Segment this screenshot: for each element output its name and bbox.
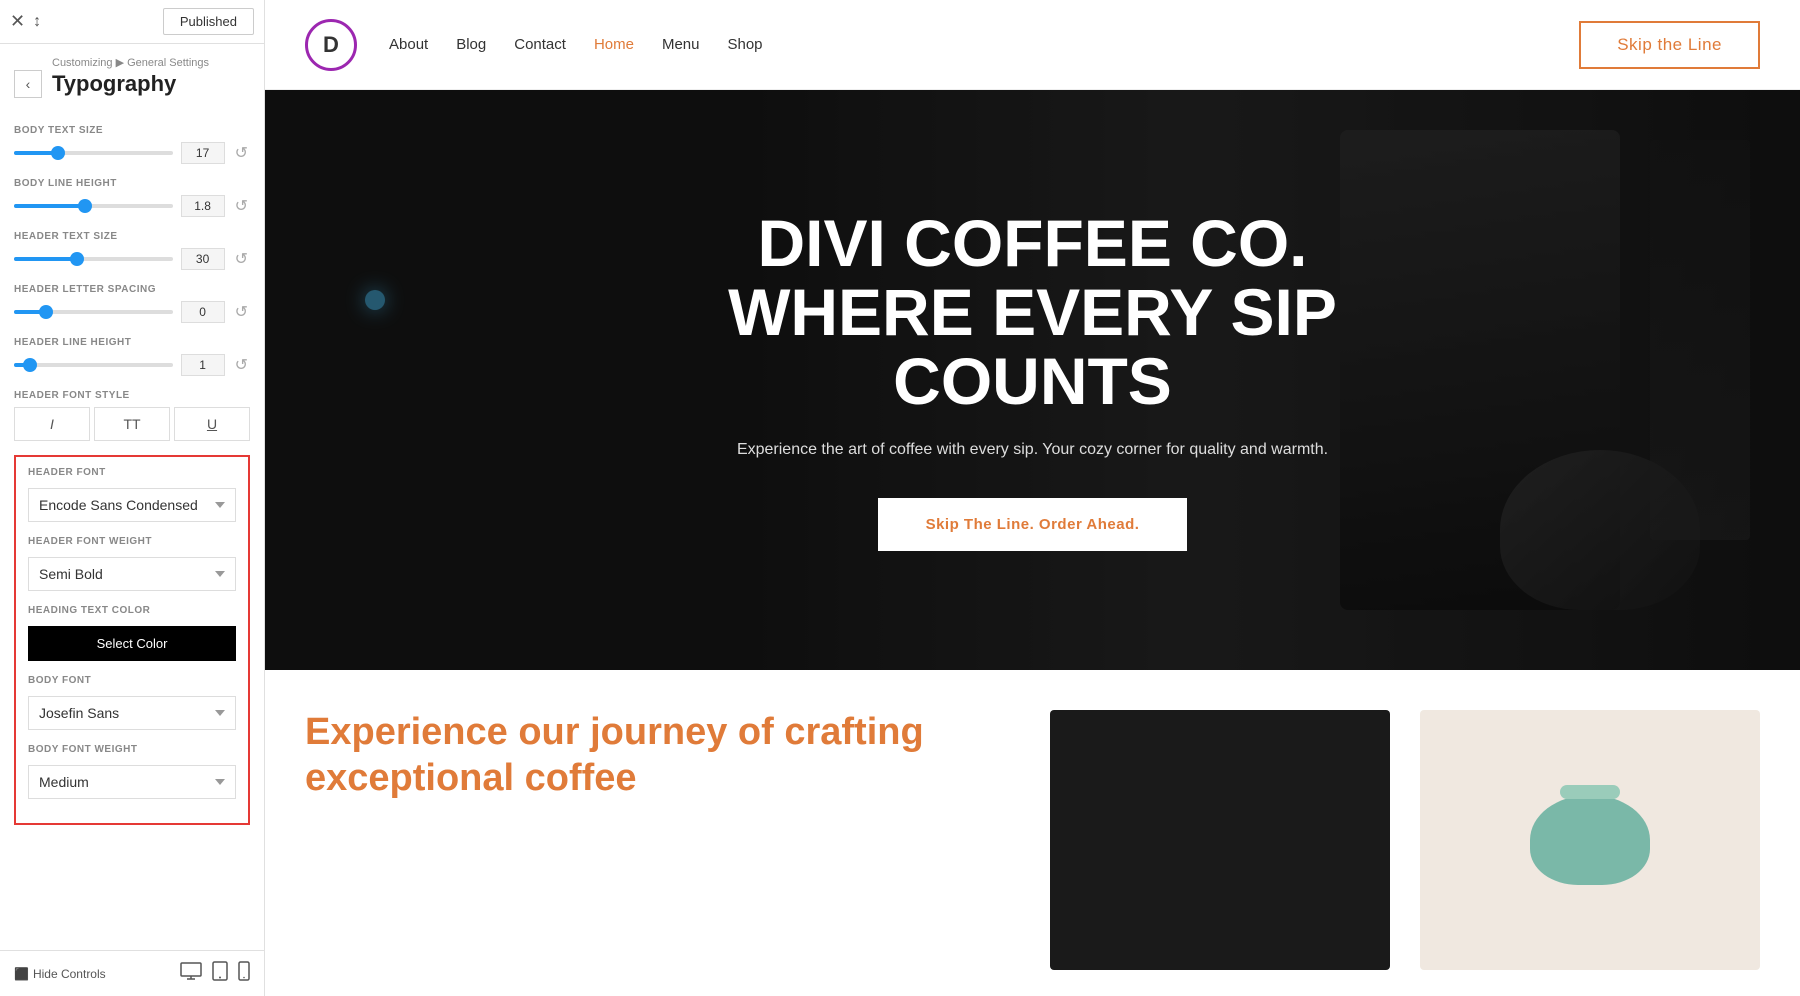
back-nav: ‹ Customizing ▶ General Settings Typogra…: [0, 44, 264, 115]
section-heading: Experience our journey of crafting excep…: [305, 710, 1020, 801]
hero-cta-button[interactable]: Skip The Line. Order Ahead.: [878, 498, 1188, 551]
header-text-size-row: ↺: [14, 248, 250, 270]
header-text-size-value[interactable]: [181, 248, 225, 270]
header-line-height-group: HEADER LINE HEIGHT ↺: [14, 337, 250, 376]
body-font-select[interactable]: Josefin Sans Arial Georgia Roboto: [28, 696, 236, 730]
nav-contact[interactable]: Contact: [514, 36, 566, 53]
body-text-size-group: BODY TEXT SIZE ↺: [14, 125, 250, 164]
body-font-weight-select[interactable]: Medium Regular Bold Light: [28, 765, 236, 799]
body-font-group: BODY FONT Josefin Sans Arial Georgia Rob…: [28, 675, 236, 730]
header-letter-spacing-slider[interactable]: [14, 310, 173, 314]
header-letter-spacing-row: ↺: [14, 301, 250, 323]
header-font-select[interactable]: Encode Sans Condensed Arial Georgia Robo…: [28, 488, 236, 522]
header-line-height-slider[interactable]: [14, 363, 173, 367]
panel-title: Typography: [52, 69, 209, 111]
header-text-size-label: HEADER TEXT SIZE: [14, 231, 250, 242]
header-font-weight-select[interactable]: Semi Bold Regular Bold Light: [28, 557, 236, 591]
nav-about[interactable]: About: [389, 36, 428, 53]
font-settings-section: HEADER FONT Encode Sans Condensed Arial …: [14, 455, 250, 825]
hide-controls-label: Hide Controls: [33, 967, 106, 981]
header-font-style-group: HEADER FONT STYLE I TT U: [14, 390, 250, 441]
header-font-label: HEADER FONT: [28, 467, 236, 478]
hero-title: DIVI COFFEE CO. WHERE EVERY SIP COUNTS: [653, 209, 1413, 417]
underline-button[interactable]: U: [174, 407, 250, 441]
mobile-icon-button[interactable]: [238, 961, 250, 986]
allcaps-button[interactable]: TT: [94, 407, 170, 441]
breadcrumb: Customizing ▶ General Settings Typograph…: [52, 56, 209, 111]
nav-menu[interactable]: Menu: [662, 36, 700, 53]
tablet-icon-button[interactable]: [212, 961, 228, 986]
body-line-height-reset[interactable]: ↺: [233, 196, 250, 216]
top-bar-left: ✕ ↕: [10, 11, 41, 32]
content-card-2: [1420, 710, 1760, 970]
published-button[interactable]: Published: [163, 8, 254, 35]
breadcrumb-text: Customizing ▶ General Settings: [52, 56, 209, 69]
nav-skip-line-button[interactable]: Skip the Line: [1579, 21, 1760, 69]
body-text-size-slider[interactable]: [14, 151, 173, 155]
nav-links: About Blog Contact Home Menu Shop: [389, 36, 1579, 53]
heading-text-color-group: HEADING TEXT COLOR Select Color: [28, 605, 236, 661]
close-button[interactable]: ✕: [10, 11, 25, 32]
nav-blog[interactable]: Blog: [456, 36, 486, 53]
hero-subtitle: Experience the art of coffee with every …: [653, 437, 1413, 463]
font-style-row: I TT U: [14, 407, 250, 441]
body-text-size-value[interactable]: [181, 142, 225, 164]
body-line-height-row: ↺: [14, 195, 250, 217]
nav-home[interactable]: Home: [594, 36, 634, 53]
header-font-group: HEADER FONT Encode Sans Condensed Arial …: [28, 467, 236, 522]
header-line-height-label: HEADER LINE HEIGHT: [14, 337, 250, 348]
header-font-style-label: HEADER FONT STYLE: [14, 390, 250, 401]
italic-button[interactable]: I: [14, 407, 90, 441]
hide-controls-button[interactable]: ⬛ Hide Controls: [14, 967, 106, 981]
content-section: Experience our journey of crafting excep…: [265, 670, 1800, 996]
device-icons: [180, 961, 250, 986]
header-text-size-group: HEADER TEXT SIZE ↺: [14, 231, 250, 270]
body-text-size-label: BODY TEXT SIZE: [14, 125, 250, 136]
nav-shop[interactable]: Shop: [727, 36, 762, 53]
header-text-size-reset[interactable]: ↺: [233, 249, 250, 269]
body-font-weight-label: BODY FONT WEIGHT: [28, 744, 236, 755]
body-line-height-value[interactable]: [181, 195, 225, 217]
top-bar: ✕ ↕ Published: [0, 0, 264, 44]
body-line-height-label: BODY LINE HEIGHT: [14, 178, 250, 189]
bottom-bar: ⬛ Hide Controls: [0, 950, 264, 996]
content-card-1: [1050, 710, 1390, 970]
panel-controls: BODY TEXT SIZE ↺ BODY LINE HEIGHT ↺: [0, 115, 264, 950]
header-line-height-row: ↺: [14, 354, 250, 376]
customizer-panel: ✕ ↕ Published ‹ Customizing ▶ General Se…: [0, 0, 265, 996]
back-button[interactable]: ‹: [14, 70, 42, 98]
desktop-icon-button[interactable]: [180, 961, 202, 986]
header-line-height-value[interactable]: [181, 354, 225, 376]
sort-button[interactable]: ↕: [33, 13, 41, 31]
site-nav: D About Blog Contact Home Menu Shop Skip…: [265, 0, 1800, 90]
body-text-size-reset[interactable]: ↺: [233, 143, 250, 163]
select-color-button[interactable]: Select Color: [28, 626, 236, 661]
header-letter-spacing-group: HEADER LETTER SPACING ↺: [14, 284, 250, 323]
header-letter-spacing-reset[interactable]: ↺: [233, 302, 250, 322]
hero-section: DIVI COFFEE CO. WHERE EVERY SIP COUNTS E…: [265, 90, 1800, 670]
hero-content: DIVI COFFEE CO. WHERE EVERY SIP COUNTS E…: [633, 209, 1433, 551]
body-text-size-row: ↺: [14, 142, 250, 164]
monitor-icon: ⬛: [14, 967, 29, 981]
header-letter-spacing-label: HEADER LETTER SPACING: [14, 284, 250, 295]
site-preview: D About Blog Contact Home Menu Shop Skip…: [265, 0, 1800, 996]
header-font-weight-group: HEADER FONT WEIGHT Semi Bold Regular Bol…: [28, 536, 236, 591]
header-line-height-reset[interactable]: ↺: [233, 355, 250, 375]
heading-text-color-label: HEADING TEXT COLOR: [28, 605, 236, 616]
body-font-label: BODY FONT: [28, 675, 236, 686]
body-line-height-group: BODY LINE HEIGHT ↺: [14, 178, 250, 217]
header-letter-spacing-value[interactable]: [181, 301, 225, 323]
header-font-weight-label: HEADER FONT WEIGHT: [28, 536, 236, 547]
body-line-height-slider[interactable]: [14, 204, 173, 208]
body-font-weight-group: BODY FONT WEIGHT Medium Regular Bold Lig…: [28, 744, 236, 799]
content-left: Experience our journey of crafting excep…: [305, 710, 1020, 976]
header-text-size-slider[interactable]: [14, 257, 173, 261]
site-logo: D: [305, 19, 357, 71]
